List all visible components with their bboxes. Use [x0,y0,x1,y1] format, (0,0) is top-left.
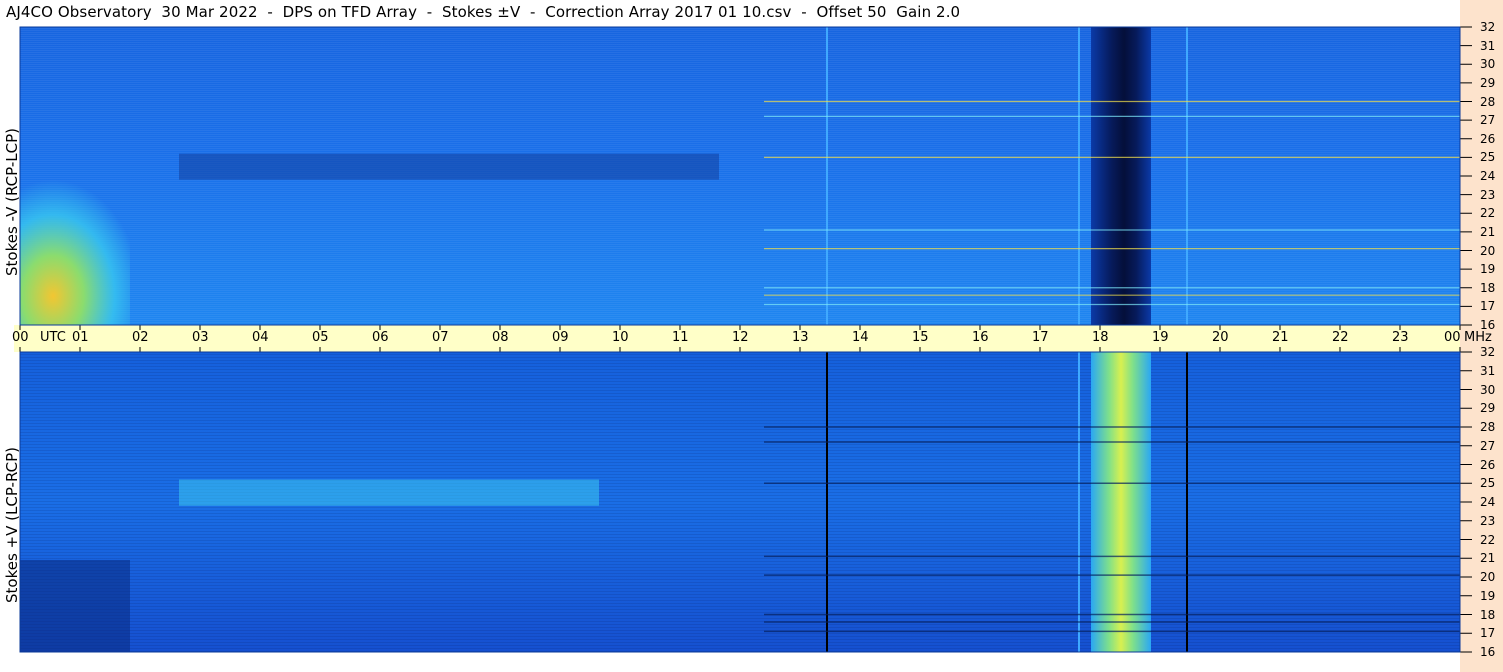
time-tick-16: 15 [912,330,929,345]
time-tick-23: 22 [1332,330,1349,345]
top-freq-tick-18: 18 [1480,280,1496,295]
bottom-freq-tick-32: 32 [1480,345,1496,359]
bottom-freq-tick-20: 20 [1480,570,1496,584]
top-freq-tick-28: 28 [1480,94,1496,109]
time-tick-21: 20 [1212,330,1229,345]
top-freq-tick-17: 17 [1480,299,1496,314]
top-freq-tick-30: 30 [1480,57,1496,72]
top-freq-tick-23: 23 [1480,187,1496,202]
early-burst-top [20,180,130,325]
bottom-freq-tick-18: 18 [1480,607,1496,622]
time-tick-10: 09 [552,330,569,345]
top-freq-tick-24: 24 [1480,169,1496,183]
top-freq-tick-25: 25 [1480,150,1496,165]
bottom-freq-tick-24: 24 [1480,495,1496,509]
time-axis-unit-label: UTC [40,330,66,345]
bottom-freq-tick-17: 17 [1480,626,1496,641]
bottom-freq-tick-30: 30 [1480,382,1496,397]
bottom-freq-tick-31: 31 [1480,363,1496,378]
top-freq-tick-27: 27 [1480,113,1496,128]
bottom-freq-tick-21: 21 [1480,551,1496,566]
stokes-minus-v-label: Stokes -V (RCP-LCP) [3,128,21,276]
time-tick-17: 16 [972,330,989,345]
time-tick-18: 17 [1032,330,1049,345]
time-tick-7: 06 [372,330,389,345]
time-tick-3: 02 [132,330,149,345]
top-freq-tick-19: 19 [1480,262,1496,277]
time-tick-13: 12 [732,330,749,345]
time-tick-8: 07 [432,330,449,345]
top-dark-rect-4 [179,153,719,180]
bottom-freq-tick-19: 19 [1480,588,1496,603]
time-tick-12: 11 [672,330,689,345]
bottom-freq-tick-22: 22 [1480,532,1496,547]
time-tick-4: 03 [192,330,209,345]
time-tick-5: 04 [252,330,269,345]
time-tick-24: 23 [1392,330,1409,345]
time-tick-0: 00 [12,330,29,345]
bottom-freq-tick-27: 27 [1480,438,1496,453]
time-tick-20: 19 [1152,330,1169,345]
top-freq-tick-22: 22 [1480,206,1496,221]
top-freq-tick-29: 29 [1480,75,1496,90]
top-freq-tick-26: 26 [1480,131,1496,146]
time-tick-11: 10 [612,330,629,345]
bottom-bright-band-0 [1091,352,1151,652]
early-burst-bottom [20,560,130,652]
bottom-freq-tick-16: 16 [1480,645,1496,659]
top-freq-tick-21: 21 [1480,224,1496,239]
top-freq-tick-32: 32 [1480,20,1496,34]
time-tick-25: 00 [1444,330,1461,345]
time-tick-15: 14 [852,330,869,345]
bottom-freq-tick-28: 28 [1480,420,1496,434]
bottom-freq-tick-25: 25 [1480,476,1496,491]
bottom-freq-tick-23: 23 [1480,513,1496,528]
frequency-unit-label: MHz [1464,330,1492,345]
top-dark-band-0 [1091,27,1151,325]
top-freq-tick-20: 20 [1480,243,1496,258]
time-tick-9: 08 [492,330,509,345]
bottom-bright-rect-4 [179,479,599,506]
time-tick-14: 13 [792,330,809,345]
bottom-freq-tick-26: 26 [1480,457,1496,472]
time-tick-19: 18 [1092,330,1109,345]
top-freq-tick-31: 31 [1480,38,1496,53]
stokes-plus-v-label: Stokes +V (LCP-RCP) [3,447,21,603]
time-tick-2: 01 [72,330,89,345]
time-tick-6: 05 [312,330,329,345]
bottom-freq-tick-29: 29 [1480,401,1496,416]
time-tick-22: 21 [1272,330,1289,345]
